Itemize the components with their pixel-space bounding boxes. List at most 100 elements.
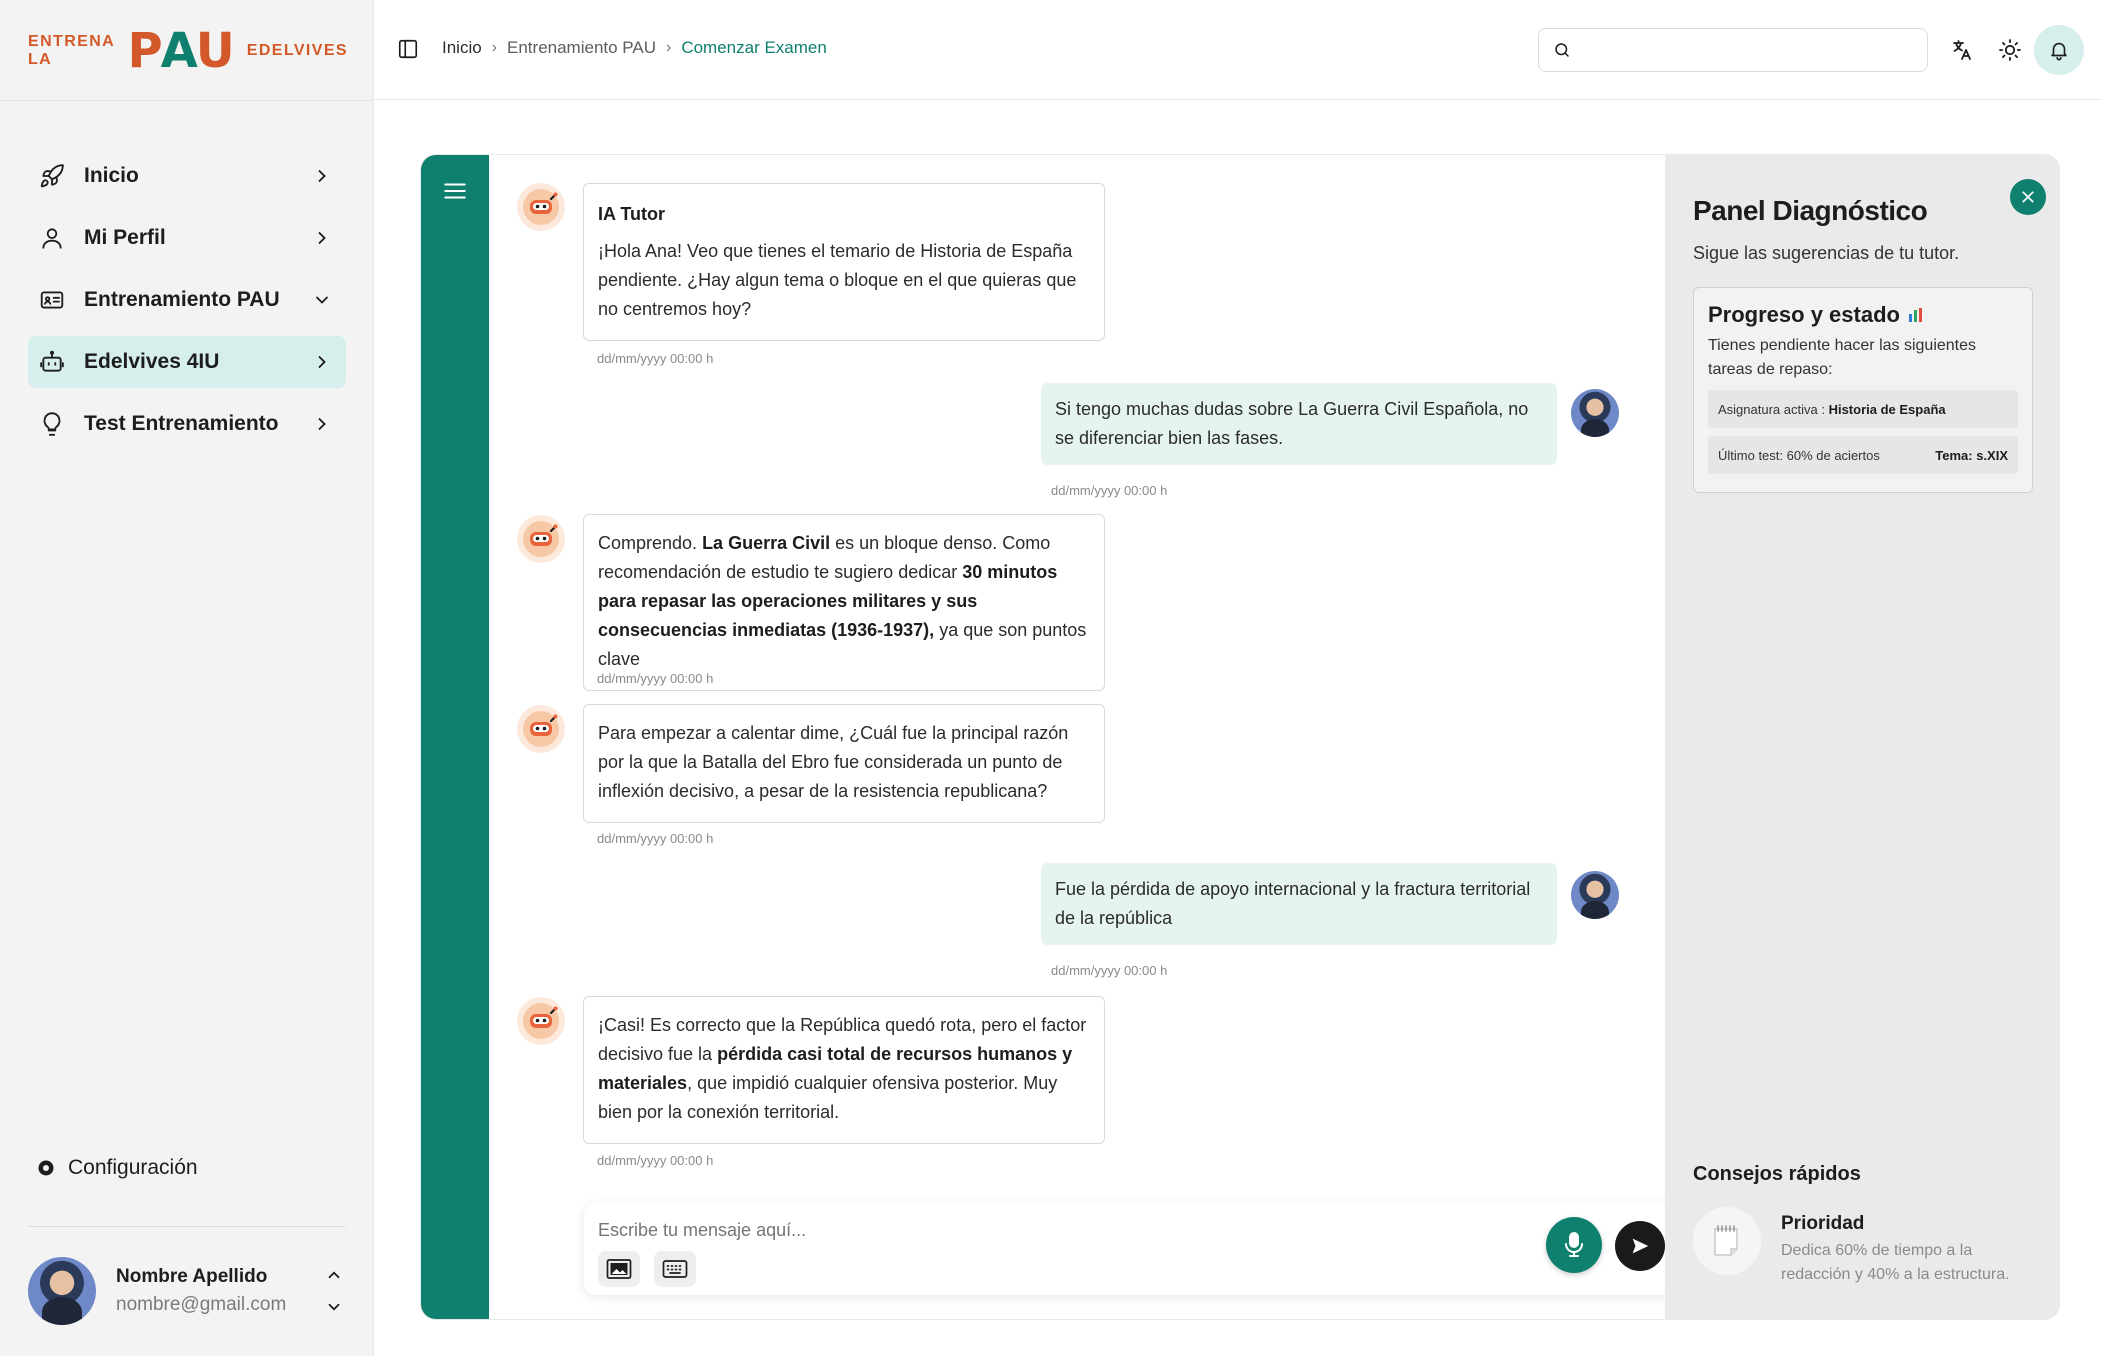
tip-content: Prioridad Dedica 60% de tiempo a la reda… xyxy=(1781,1207,2033,1287)
robot-mascot-icon xyxy=(523,521,559,557)
lightbulb-icon xyxy=(38,410,66,438)
chat-rail xyxy=(421,155,489,1319)
user-message: Si tengo muchas dudas sobre La Guerra Ci… xyxy=(1041,383,1557,465)
keyboard-icon xyxy=(662,1260,688,1278)
top-header: Inicio › Entrenamiento PAU › Comenzar Ex… xyxy=(374,0,2102,100)
sidebar-item-label: Entrenamiento PAU xyxy=(84,288,280,311)
notifications-button[interactable] xyxy=(2034,25,2084,75)
notepad-icon xyxy=(1693,1207,1761,1275)
tip-title: Prioridad xyxy=(1781,1213,1865,1234)
bot-avatar xyxy=(517,183,565,231)
user-email: nombre@gmail.com xyxy=(116,1294,287,1315)
bot-avatar xyxy=(517,515,565,563)
message-timestamp: dd/mm/yyyy 00:00 h xyxy=(597,351,714,366)
breadcrumb-comenzar-examen: Comenzar Examen xyxy=(681,38,827,57)
chevron-up-icon xyxy=(328,1271,340,1279)
chevron-right-icon xyxy=(310,226,334,250)
chat-menu-button[interactable] xyxy=(441,177,469,205)
sidebar-item-label: Mi Perfil xyxy=(84,226,166,249)
message-text: ¡Hola Ana! Veo que tienes el temario de … xyxy=(598,241,1077,319)
gear-icon xyxy=(36,1158,56,1178)
user-avatar xyxy=(1571,871,1619,919)
theme-toggle-button[interactable] xyxy=(1996,36,2024,64)
message-input[interactable] xyxy=(598,1213,1478,1247)
sidebar-item-mi-perfil[interactable]: Mi Perfil xyxy=(28,212,346,264)
user-avatar xyxy=(1571,389,1619,437)
message-text-bold: La Guerra Civil xyxy=(702,533,831,553)
logo-mark: PAU xyxy=(127,23,235,79)
progress-title-row: Progreso y estado xyxy=(1708,302,2018,328)
bar-chart-icon xyxy=(1908,308,1924,322)
bell-icon xyxy=(2051,42,2067,61)
message-text: Para empezar a calentar dime, ¿Cuál fue … xyxy=(598,723,1069,801)
microphone-icon xyxy=(1565,1232,1583,1257)
user-profile[interactable]: Nombre Apellido nombre@gmail.com xyxy=(28,1256,346,1326)
sidebar-item-label: Inicio xyxy=(84,164,139,187)
active-subject-row: Asignatura activa : Historia de España xyxy=(1708,390,2018,428)
user-divider xyxy=(28,1226,346,1227)
message-timestamp: dd/mm/yyyy 00:00 h xyxy=(597,671,714,686)
robot-mascot-icon xyxy=(523,189,559,225)
breadcrumb-entrenamiento-pau[interactable]: Entrenamiento PAU xyxy=(507,38,656,58)
chevron-down-icon xyxy=(328,1303,340,1311)
sidebar-divider xyxy=(0,100,374,101)
search-input[interactable] xyxy=(1581,30,1927,70)
user-message: Fue la pérdida de apoyo internacional y … xyxy=(1041,863,1557,945)
sidebar-toggle-button[interactable] xyxy=(396,37,420,61)
message-text: Fue la pérdida de apoyo internacional y … xyxy=(1055,879,1531,928)
bot-avatar xyxy=(517,705,565,753)
sun-icon xyxy=(1999,39,2021,61)
message-timestamp: dd/mm/yyyy 00:00 h xyxy=(1051,483,1168,498)
sidebar-item-inicio[interactable]: Inicio xyxy=(28,150,346,202)
progress-card: Progreso y estado Tienes pendiente hacer… xyxy=(1693,287,2033,493)
active-subject-label: Asignatura activa : xyxy=(1718,401,1825,417)
tip-item: Prioridad Dedica 60% de tiempo a la reda… xyxy=(1693,1207,2033,1287)
user-menu-toggle[interactable] xyxy=(322,1266,346,1316)
panel-subtitle: Sigue las sugerencias de tu tutor. xyxy=(1693,243,1960,263)
send-button[interactable] xyxy=(1615,1221,1665,1271)
progress-title: Progreso y estado xyxy=(1708,302,1900,327)
bot-avatar xyxy=(517,997,565,1045)
id-card-icon xyxy=(38,286,66,314)
logo-mark-u: U xyxy=(195,23,235,79)
robot-icon xyxy=(38,348,66,376)
voice-input-button[interactable] xyxy=(1546,1217,1602,1273)
message-timestamp: dd/mm/yyyy 00:00 h xyxy=(597,831,714,846)
chevron-right-icon: › xyxy=(666,39,672,56)
active-subject-value: Historia de España xyxy=(1828,401,1946,417)
chat-card: IA Tutor ¡Hola Ana! Veo que tienes el te… xyxy=(420,154,2060,1320)
sidebar: ENTRENA LA PAU EDELVIVES Inicio Mi Perfi… xyxy=(0,0,374,1356)
avatar xyxy=(28,1257,96,1325)
config-link[interactable]: Configuración xyxy=(36,1156,198,1180)
close-panel-button[interactable] xyxy=(2010,179,2046,215)
sidebar-item-test-entrenamiento[interactable]: Test Entrenamiento xyxy=(28,398,346,450)
search-icon xyxy=(1555,43,1569,57)
breadcrumb-inicio[interactable]: Inicio xyxy=(442,38,482,58)
chevron-right-icon xyxy=(310,412,334,436)
attach-image-button[interactable] xyxy=(598,1251,640,1287)
robot-mascot-icon xyxy=(523,1003,559,1039)
bot-message: Comprendo. La Guerra Civil es un bloque … xyxy=(583,514,1105,691)
bot-message: ¡Casi! Es correcto que la República qued… xyxy=(583,996,1105,1144)
sidebar-nav: Inicio Mi Perfil Entrenamiento PAU Edelv… xyxy=(28,150,346,460)
user-name: Nombre Apellido xyxy=(116,1266,268,1287)
brand-logo[interactable]: ENTRENA LA PAU EDELVIVES xyxy=(28,26,348,76)
user-icon xyxy=(38,224,66,252)
chevron-right-icon xyxy=(310,164,334,188)
search-box[interactable] xyxy=(1538,28,1928,72)
tip-text: Dedica 60% de tiempo a la redacción y 40… xyxy=(1781,1242,2010,1283)
logo-mark-a: A xyxy=(160,23,198,79)
keyboard-button[interactable] xyxy=(654,1251,696,1287)
logo-mark-p: P xyxy=(127,23,162,79)
breadcrumb: Inicio › Entrenamiento PAU › Comenzar Ex… xyxy=(442,38,827,58)
last-test-text: Último test: 60% de aciertos xyxy=(1718,447,1880,463)
bot-message: IA Tutor ¡Hola Ana! Veo que tienes el te… xyxy=(583,183,1105,341)
translate-button[interactable] xyxy=(1948,36,1976,64)
message-timestamp: dd/mm/yyyy 00:00 h xyxy=(1051,963,1168,978)
message-text-part: Comprendo. xyxy=(598,533,703,553)
sidebar-item-edelvives-4iu[interactable]: Edelvives 4IU xyxy=(28,336,346,388)
topic-text: Tema: s.XIX xyxy=(1935,447,2008,463)
message-timestamp: dd/mm/yyyy 00:00 h xyxy=(597,1153,714,1168)
sidebar-item-entrenamiento-pau[interactable]: Entrenamiento PAU xyxy=(28,274,346,326)
bot-message: Para empezar a calentar dime, ¿Cuál fue … xyxy=(583,704,1105,823)
